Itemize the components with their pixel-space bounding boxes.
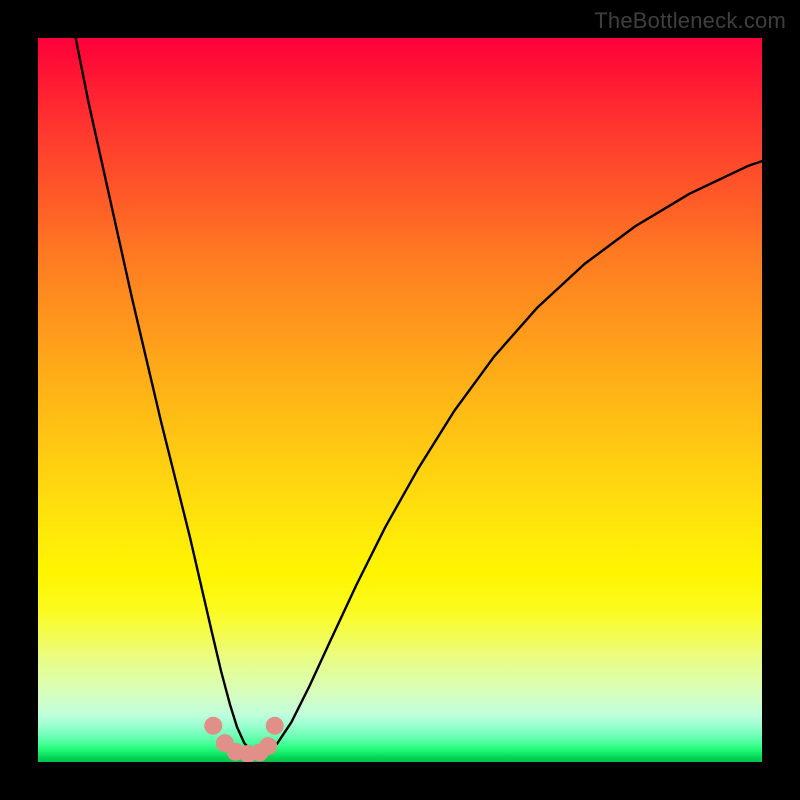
plot-area bbox=[38, 38, 762, 762]
attribution-text: TheBottleneck.com bbox=[594, 8, 786, 34]
highlight-dot bbox=[266, 717, 284, 735]
highlight-dots bbox=[204, 717, 284, 762]
curve-svg bbox=[38, 38, 762, 762]
curve-path bbox=[76, 38, 762, 753]
bottleneck-curve bbox=[76, 38, 762, 753]
highlight-dot bbox=[259, 737, 277, 755]
highlight-dot bbox=[204, 717, 222, 735]
outer-frame: TheBottleneck.com bbox=[0, 0, 800, 800]
